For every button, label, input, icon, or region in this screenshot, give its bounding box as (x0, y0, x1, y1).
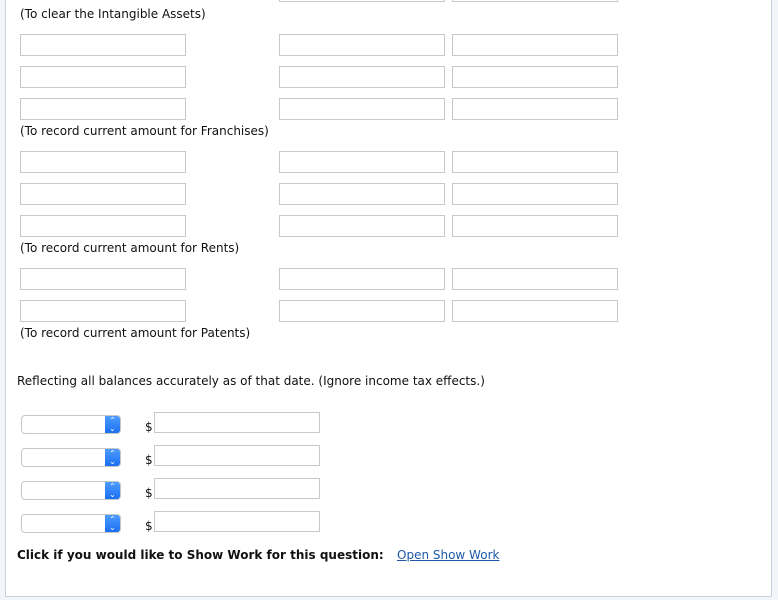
dollar-sign: $ (145, 453, 153, 467)
amount-input[interactable] (154, 412, 320, 433)
journal-credit-input[interactable] (452, 215, 618, 237)
journal-account-input[interactable] (20, 66, 186, 88)
journal-account-input[interactable] (20, 300, 186, 322)
journal-credit-input[interactable] (452, 98, 618, 120)
journal-credit-input[interactable] (452, 268, 618, 290)
entry-note-patents: (To record current amount for Patents) (20, 326, 251, 340)
journal-debit-input[interactable] (279, 151, 445, 173)
dollar-sign: $ (145, 519, 153, 533)
amount-input[interactable] (154, 445, 320, 466)
entry-note-franchises: (To record current amount for Franchises… (20, 124, 269, 138)
journal-account-input[interactable] (20, 34, 186, 56)
journal-debit-input[interactable] (279, 300, 445, 322)
journal-debit-input[interactable] (279, 66, 445, 88)
journal-account-input[interactable] (20, 98, 186, 120)
journal-credit-input[interactable] (452, 300, 618, 322)
entry-note-rents: (To record current amount for Rents) (20, 241, 240, 255)
journal-debit-input[interactable] (279, 268, 445, 290)
dollar-sign: $ (145, 420, 153, 434)
dollar-sign: $ (145, 486, 153, 500)
account-select[interactable]: ⌃ ⌄ (21, 514, 121, 533)
account-select[interactable]: ⌃ ⌄ (21, 481, 121, 500)
journal-debit-input[interactable] (279, 183, 445, 205)
show-work-prompt: Click if you would like to Show Work for… (17, 548, 384, 562)
up-down-chevron-icon: ⌃ ⌄ (105, 482, 120, 499)
journal-credit-input[interactable] (452, 0, 618, 2)
up-down-chevron-icon: ⌃ ⌄ (105, 515, 120, 532)
journal-credit-input[interactable] (452, 66, 618, 88)
question-panel (5, 0, 772, 597)
entry-note-intangible-assets: (To clear the Intangible Assets) (20, 7, 206, 21)
journal-credit-input[interactable] (452, 183, 618, 205)
account-select[interactable]: ⌃ ⌄ (21, 415, 121, 434)
journal-debit-input[interactable] (279, 0, 445, 2)
amount-input[interactable] (154, 478, 320, 499)
journal-account-input[interactable] (20, 183, 186, 205)
up-down-chevron-icon: ⌃ ⌄ (105, 449, 120, 466)
journal-debit-input[interactable] (279, 215, 445, 237)
open-show-work-link[interactable]: Open Show Work (397, 548, 499, 562)
amount-input[interactable] (154, 511, 320, 532)
account-select[interactable]: ⌃ ⌄ (21, 448, 121, 467)
journal-debit-input[interactable] (279, 34, 445, 56)
journal-debit-input[interactable] (279, 98, 445, 120)
journal-credit-input[interactable] (452, 34, 618, 56)
balance-sheet-instruction: Reflecting all balances accurately as of… (17, 374, 485, 388)
journal-account-input[interactable] (20, 215, 186, 237)
up-down-chevron-icon: ⌃ ⌄ (105, 416, 120, 433)
journal-account-input[interactable] (20, 151, 186, 173)
journal-credit-input[interactable] (452, 151, 618, 173)
journal-account-input[interactable] (20, 268, 186, 290)
